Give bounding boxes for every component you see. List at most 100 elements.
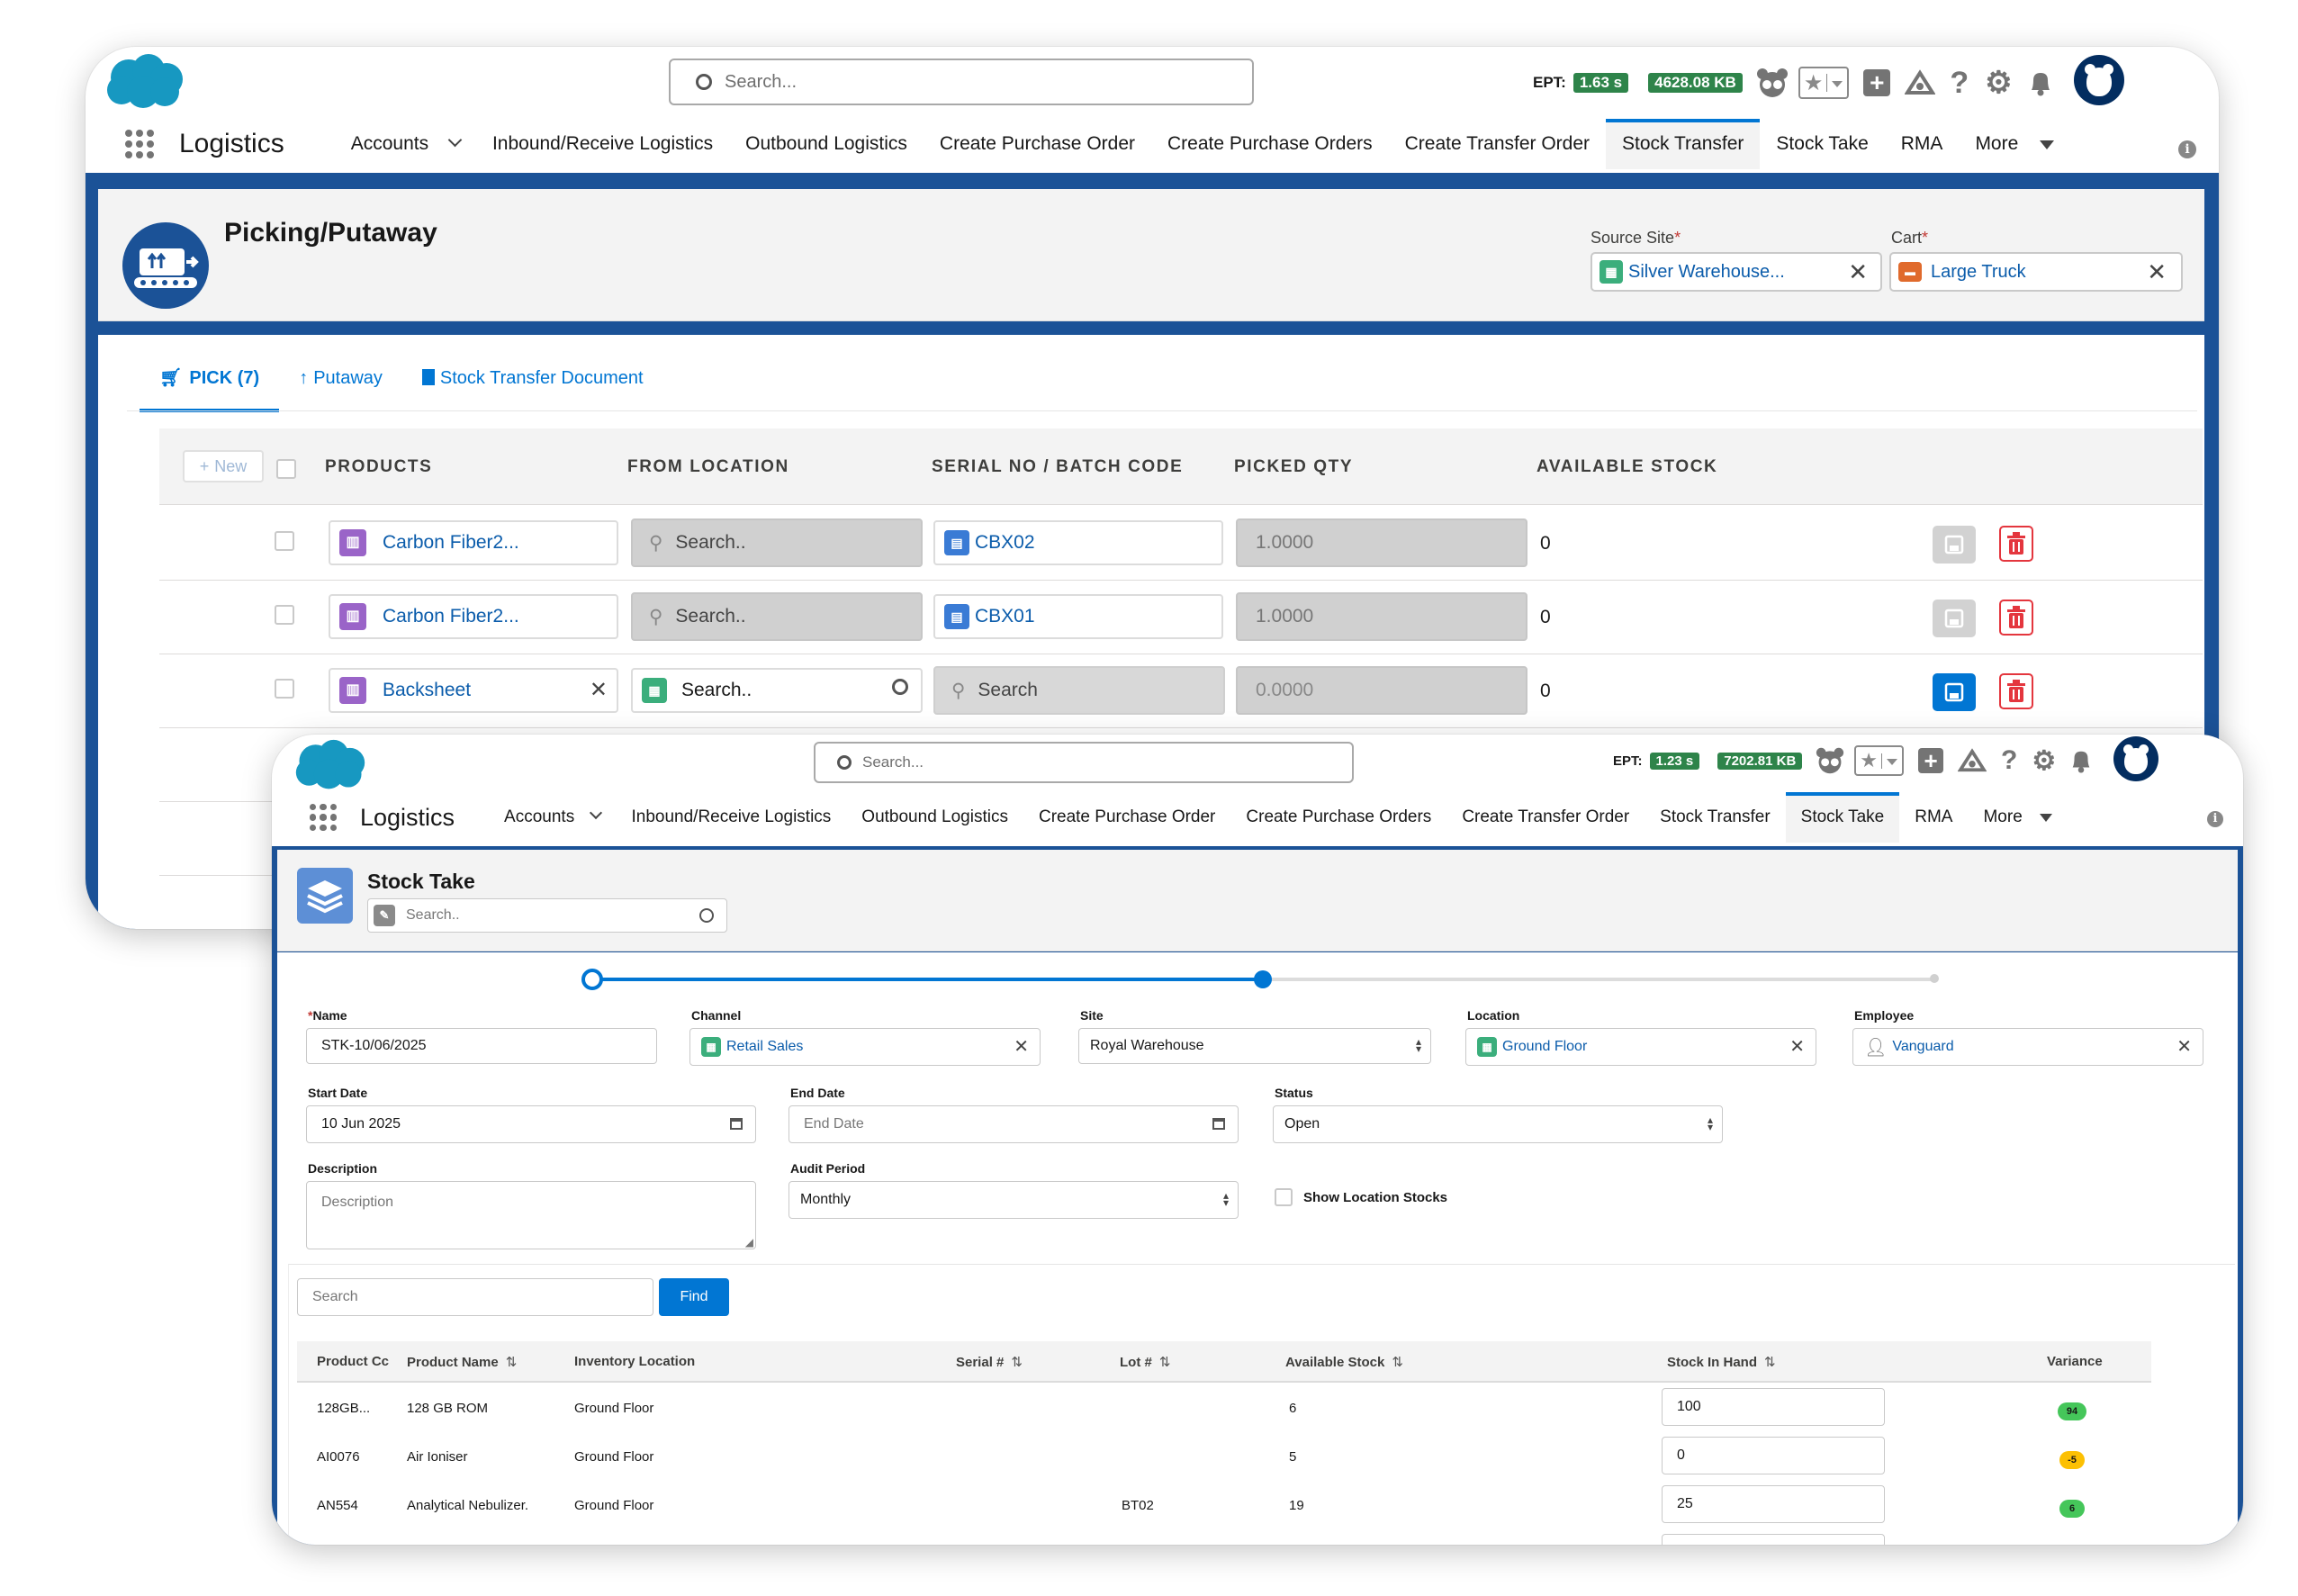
nav-stock-transfer[interactable]: Stock Transfer <box>1606 119 1761 169</box>
caret-down-icon[interactable] <box>2040 140 2055 149</box>
show-location-stocks-checkbox[interactable] <box>1275 1188 1293 1206</box>
sort-icon[interactable]: ⇅ <box>1392 1355 1403 1370</box>
column-product-name[interactable]: Product Name ⇅ <box>407 1354 517 1370</box>
nav-stock-transfer[interactable]: Stock Transfer <box>1645 792 1786 843</box>
picked-qty-input[interactable]: 0.0000 <box>1236 666 1527 715</box>
tab-pick[interactable]: 🛒︎ PICK (7) <box>140 356 280 412</box>
info-icon[interactable]: i <box>2207 811 2223 827</box>
description-textarea[interactable]: Description ◢ <box>306 1181 756 1249</box>
search-icon[interactable] <box>699 908 714 923</box>
trailhead-icon[interactable] <box>1958 748 1987 773</box>
nav-more[interactable]: More <box>1959 119 2070 169</box>
nav-create-purchase-orders[interactable]: Create Purchase Orders <box>1230 792 1446 843</box>
column-lot[interactable]: Lot # ⇅ <box>1120 1354 1170 1370</box>
favorites-star-icon[interactable]: ★ <box>1854 745 1905 776</box>
start-date-input[interactable]: 10 Jun 2025 <box>306 1105 756 1143</box>
delete-row-button[interactable] <box>1999 600 2033 636</box>
sort-icon[interactable]: ⇅ <box>1011 1355 1023 1370</box>
global-search-input[interactable]: Search... <box>814 742 1354 783</box>
row-checkbox[interactable] <box>275 679 294 699</box>
serial-lookup[interactable]: ▤ CBX02 <box>933 520 1223 565</box>
product-name-link[interactable]: Air Ioniser <box>407 1449 468 1465</box>
delete-row-button[interactable] <box>1999 673 2033 709</box>
nav-create-purchase-order[interactable]: Create Purchase Order <box>1023 792 1230 843</box>
nav-accounts[interactable]: Accounts <box>489 792 616 843</box>
cart-lookup[interactable]: ▬ Large Truck ✕ <box>1889 252 2183 292</box>
caret-down-icon[interactable] <box>2040 814 2053 822</box>
app-launcher-icon[interactable] <box>125 130 154 158</box>
end-date-input[interactable]: End Date <box>789 1105 1239 1143</box>
picked-qty-input[interactable]: 1.0000 <box>1236 592 1527 641</box>
row-checkbox[interactable] <box>275 605 294 625</box>
employee-lookup[interactable]: 👤︎ Vanguard ✕ <box>1852 1028 2203 1066</box>
nav-rma[interactable]: RMA <box>1899 792 1968 843</box>
find-button[interactable]: Find <box>659 1278 729 1316</box>
nav-more[interactable]: More <box>1968 792 2068 843</box>
resize-handle-icon[interactable]: ◢ <box>745 1236 753 1249</box>
nav-create-transfer-order[interactable]: Create Transfer Order <box>1389 119 1606 169</box>
name-input[interactable]: STK-10/06/2025 <box>306 1028 657 1064</box>
product-lookup[interactable]: ▥ Carbon Fiber2... <box>329 520 618 565</box>
global-search-input[interactable]: Search... <box>669 59 1254 105</box>
from-location-search[interactable]: ▦ Search.. <box>631 668 923 713</box>
save-row-button[interactable] <box>1933 673 1976 711</box>
site-select[interactable]: Royal Warehouse ▴ ▾ <box>1078 1028 1431 1064</box>
nav-inbound-receive-logistics[interactable]: Inbound/Receive Logistics <box>616 792 846 843</box>
clear-location-icon[interactable]: ✕ <box>1789 1038 1805 1056</box>
source-site-lookup[interactable]: ▦ Silver Warehouse... ✕ <box>1591 252 1882 292</box>
nav-inbound-receive-logistics[interactable]: Inbound/Receive Logistics <box>476 119 729 169</box>
nav-outbound-logistics[interactable]: Outbound Logistics <box>846 792 1023 843</box>
new-row-button[interactable]: + New <box>183 450 264 482</box>
user-avatar[interactable] <box>2113 736 2159 781</box>
setup-gear-icon[interactable]: ⚙ <box>1985 65 2012 101</box>
product-name-link[interactable]: 128 GB ROM <box>407 1401 488 1416</box>
serial-search[interactable]: ⚲ Search <box>933 666 1225 715</box>
nav-rma[interactable]: RMA <box>1885 119 1960 169</box>
nav-stock-take[interactable]: Stock Take <box>1785 792 1900 843</box>
sort-icon[interactable]: ⇅ <box>1764 1355 1776 1370</box>
table-search-input[interactable]: Search <box>297 1278 653 1316</box>
record-search-input[interactable]: ✎ Search.. <box>367 898 727 933</box>
stock-in-hand-input[interactable]: 25 <box>1662 1485 1885 1523</box>
clear-employee-icon[interactable]: ✕ <box>2176 1038 2192 1056</box>
chevron-down-icon[interactable] <box>447 132 463 148</box>
favorites-star-icon[interactable]: ★ <box>1798 67 1850 99</box>
app-launcher-icon[interactable] <box>310 804 337 831</box>
tab-stock-transfer-document[interactable]: Stock Transfer Document <box>402 356 663 401</box>
save-row-button[interactable] <box>1933 526 1976 564</box>
nav-stock-take[interactable]: Stock Take <box>1760 119 1884 169</box>
serial-lookup[interactable]: ▤ CBX01 <box>933 594 1223 639</box>
column-stock-in-hand[interactable]: Stock In Hand ⇅ <box>1667 1354 1776 1370</box>
column-available-stock[interactable]: Available Stock ⇅ <box>1285 1354 1403 1370</box>
calendar-icon[interactable] <box>730 1118 743 1130</box>
clear-product-icon[interactable]: ✕ <box>590 680 608 701</box>
audit-period-select[interactable]: Monthly ▴ ▾ <box>789 1181 1239 1219</box>
tab-putaway[interactable]: ↑ Putaway <box>279 356 402 401</box>
column-serial[interactable]: Serial # ⇅ <box>956 1354 1023 1370</box>
stock-in-hand-input[interactable] <box>1662 1534 1885 1545</box>
nav-create-purchase-orders[interactable]: Create Purchase Orders <box>1151 119 1389 169</box>
picked-qty-input[interactable]: 1.0000 <box>1236 518 1527 567</box>
clear-cart-icon[interactable]: ✕ <box>2147 260 2167 284</box>
search-icon[interactable] <box>892 679 908 695</box>
channel-lookup[interactable]: ▦ Retail Sales ✕ <box>689 1028 1041 1066</box>
chevron-down-icon[interactable] <box>590 806 603 820</box>
setup-gear-icon[interactable]: ⚙ <box>2032 745 2056 777</box>
sort-icon[interactable]: ⇅ <box>506 1355 518 1370</box>
notifications-bell-icon[interactable] <box>2027 68 2054 97</box>
row-checkbox[interactable] <box>275 531 294 551</box>
notifications-bell-icon[interactable] <box>2068 747 2094 774</box>
stock-in-hand-input[interactable]: 100 <box>1662 1388 1885 1426</box>
calendar-icon[interactable] <box>1212 1118 1225 1130</box>
from-location-search[interactable]: ⚲ Search.. <box>631 518 923 567</box>
save-row-button[interactable] <box>1933 600 1976 637</box>
sort-icon[interactable]: ⇅ <box>1159 1355 1171 1370</box>
trailhead-icon[interactable] <box>1905 69 1936 96</box>
location-lookup[interactable]: ▦ Ground Floor ✕ <box>1465 1028 1816 1066</box>
product-lookup[interactable]: ▥ Backsheet ✕ <box>329 668 618 713</box>
select-all-checkbox[interactable] <box>276 459 296 479</box>
einstein-icon[interactable] <box>1755 67 1789 99</box>
einstein-icon[interactable] <box>1815 746 1845 775</box>
delete-row-button[interactable] <box>1999 526 2033 562</box>
nav-create-transfer-order[interactable]: Create Transfer Order <box>1446 792 1645 843</box>
